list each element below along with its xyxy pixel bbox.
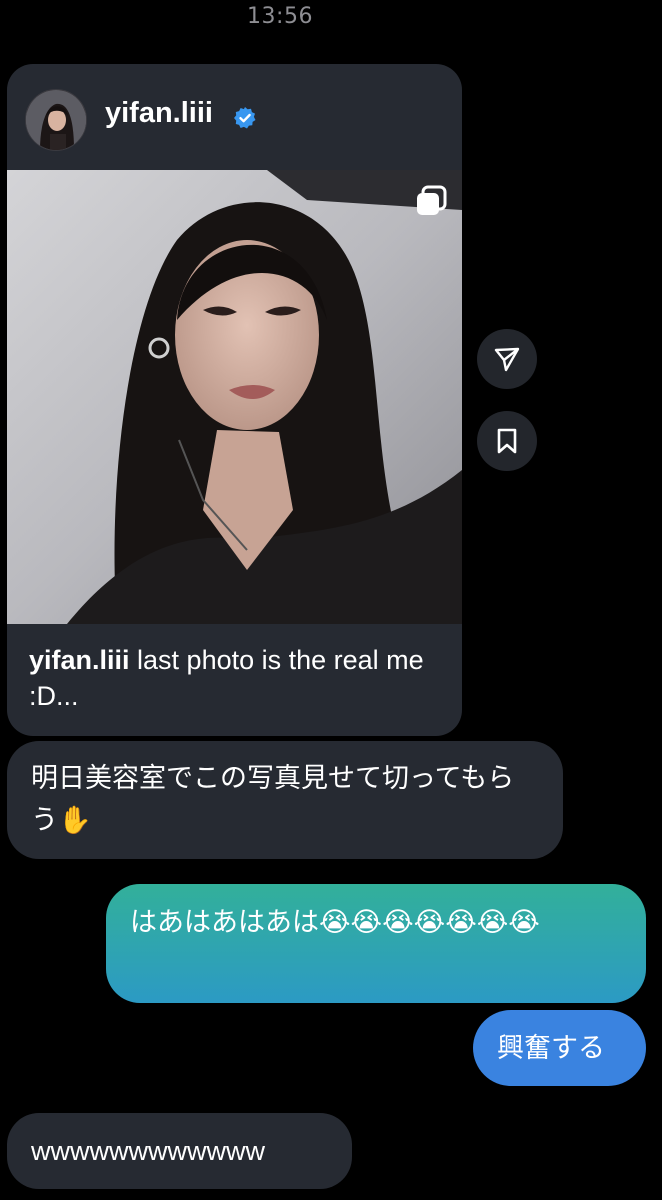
message-bubble-outgoing[interactable]: はあはあはあは😭😭😭😭😭😭😭 xyxy=(106,884,646,1003)
share-post-button[interactable] xyxy=(477,329,537,389)
post-photo[interactable] xyxy=(7,170,462,624)
avatar-image xyxy=(26,90,86,150)
bookmark-icon xyxy=(497,428,517,454)
avatar[interactable] xyxy=(25,89,87,151)
post-username[interactable]: yifan.liii xyxy=(105,97,213,130)
post-caption[interactable]: yifan.liii last photo is the real me :D.… xyxy=(29,642,449,714)
save-post-button[interactable] xyxy=(477,411,537,471)
message-bubble-incoming[interactable]: 明日美容室でこの写真見せて切ってもらう✋ xyxy=(7,741,563,859)
verified-badge-icon xyxy=(234,107,256,129)
send-icon xyxy=(494,347,520,372)
multiple-images-icon xyxy=(417,185,447,215)
message-bubble-outgoing[interactable]: 興奮する xyxy=(473,1010,646,1086)
message-bubble-incoming[interactable]: wwwwwwwwwwww xyxy=(7,1113,352,1189)
status-bar-time: 13:56 xyxy=(247,4,313,29)
post-header[interactable]: yifan.liii xyxy=(7,64,462,170)
shared-post-card[interactable]: yifan.liii yifan.liii last photo is the … xyxy=(7,64,462,736)
portrait-photo xyxy=(7,170,462,624)
caption-username: yifan.liii xyxy=(29,645,130,675)
